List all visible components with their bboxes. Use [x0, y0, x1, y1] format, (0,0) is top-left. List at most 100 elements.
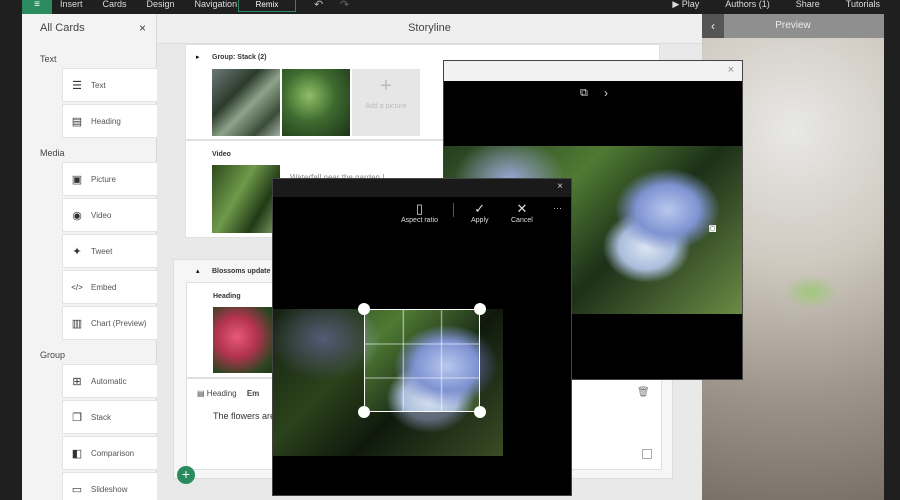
crop-dialog: × ▯ Aspect ratio ✓ Apply ✕ Cancel ···	[272, 178, 572, 496]
crop-handle-bottom-right[interactable]	[474, 406, 486, 418]
collapse-icon[interactable]: ▴	[196, 267, 200, 275]
back-icon[interactable]: ‹	[702, 14, 724, 38]
card-label: Chart (Preview)	[91, 318, 147, 328]
add-picture-label: Add a picture	[365, 103, 407, 110]
storyline-title: Storyline	[157, 14, 702, 44]
text-icon: ☰	[72, 79, 82, 92]
card-label: Video	[91, 210, 112, 220]
add-card-button[interactable]: +	[177, 466, 195, 484]
menu-navigation[interactable]: Navigation	[195, 0, 238, 9]
next-icon[interactable]: ›	[604, 86, 608, 100]
card-label: Picture	[91, 174, 116, 184]
crop-region[interactable]	[364, 309, 480, 412]
authors-button[interactable]: Authors (1)	[725, 0, 770, 9]
editor-heading-label: Heading	[206, 389, 237, 398]
card-video[interactable]: ◉ Video	[62, 198, 158, 232]
card-chart[interactable]: ▥ Chart (Preview)	[62, 306, 158, 340]
toolbar-divider	[453, 203, 454, 217]
card-label: Embed	[91, 282, 117, 292]
card-label: Automatic	[91, 376, 127, 386]
video-icon: ◉	[72, 209, 82, 222]
crop-handle-top-left[interactable]	[358, 303, 370, 315]
heading-icon: ▤	[197, 389, 205, 398]
close-icon[interactable]: ×	[139, 14, 146, 42]
heading-label: Heading	[213, 293, 241, 300]
crop-grid	[365, 310, 479, 411]
top-menu-bar: ≡ Insert Cards Design Navigation Remix ↶…	[0, 0, 900, 14]
crop-handle-top-right[interactable]	[474, 303, 486, 315]
add-picture-tile[interactable]: + Add a picture	[352, 69, 420, 136]
blossom-photo[interactable]	[213, 307, 281, 373]
embed-icon: </>	[71, 282, 83, 292]
cancel-button[interactable]: ✕ Cancel	[511, 201, 533, 233]
tweet-icon: ✦	[72, 245, 82, 258]
menu-design[interactable]: Design	[147, 0, 175, 9]
card-slideshow[interactable]: ▭ Slideshow	[62, 472, 158, 500]
seedling-photo[interactable]	[212, 69, 280, 136]
section-text: Text	[40, 54, 57, 64]
stack-icon: ❐	[72, 411, 82, 424]
emphasis-button[interactable]: Em	[247, 389, 259, 398]
picture-icon: ▣	[71, 173, 83, 186]
apply-button[interactable]: ✓ Apply	[471, 201, 489, 233]
app-menu-button[interactable]: ≡	[22, 0, 52, 14]
delete-icon[interactable]: 🗑	[637, 387, 650, 398]
close-icon[interactable]: ×	[557, 181, 563, 192]
card-label: Tweet	[91, 246, 113, 256]
video-thumbnail[interactable]	[212, 165, 280, 233]
card-picture[interactable]: ▣ Picture	[62, 162, 158, 196]
editor-heading-tab[interactable]: ▤ Heading Em	[197, 389, 259, 398]
aspect-ratio-icon: ▯	[415, 201, 424, 216]
tutorials-button[interactable]: Tutorials	[846, 0, 880, 9]
expand-icon[interactable]: ▸	[196, 53, 200, 61]
cancel-label: Cancel	[511, 217, 533, 224]
card-tweet[interactable]: ✦ Tweet	[62, 234, 158, 268]
capture-icon[interactable]: ◙	[709, 221, 716, 235]
preview-header: ‹ Preview	[702, 14, 884, 38]
card-comparison[interactable]: ◧ Comparison	[62, 436, 158, 470]
top-right-actions: ▶ Play Authors (1) Share Tutorials	[672, 0, 880, 9]
card-checkbox[interactable]	[642, 449, 652, 459]
aspect-ratio-button[interactable]: ▯ Aspect ratio	[401, 201, 438, 233]
sway-editor: ≡ Insert Cards Design Navigation Remix ↶…	[0, 0, 900, 500]
slideshow-icon: ▭	[71, 483, 83, 496]
card-stack[interactable]: ❐ Stack	[62, 400, 158, 434]
section-group: Group	[40, 350, 66, 360]
all-cards-header: All Cards ×	[22, 14, 156, 44]
heading-icon: ▤	[71, 115, 83, 128]
undo-icon[interactable]: ↶	[314, 0, 323, 11]
play-button[interactable]: ▶ Play	[672, 0, 699, 9]
card-label: Heading	[91, 116, 121, 126]
card-automatic[interactable]: ⊞ Automatic	[62, 364, 158, 398]
apply-label: Apply	[471, 217, 489, 224]
crop-handle-bottom-left[interactable]	[358, 406, 370, 418]
crop-dialog-titlebar: ×	[273, 179, 571, 197]
card-label: Comparison	[91, 448, 135, 458]
automatic-icon: ⊞	[72, 375, 82, 388]
card-label: Slideshow	[91, 484, 128, 494]
plus-icon: +	[380, 75, 392, 97]
garden-photo[interactable]	[282, 69, 350, 136]
card-label: Stack	[91, 412, 112, 422]
all-cards-panel: All Cards × Text ☰ Text ▤ Heading Media ▣ P…	[22, 14, 158, 500]
section-title: Blossoms update	[212, 268, 271, 275]
dialog-titlebar: ×	[444, 61, 742, 81]
menu-insert[interactable]: Insert	[60, 0, 83, 9]
check-icon: ✓	[474, 201, 486, 216]
card-label: Text	[91, 80, 106, 90]
card-heading[interactable]: ▤ Heading	[62, 104, 158, 138]
share-button[interactable]: Share	[796, 0, 820, 9]
chart-icon: ▥	[71, 317, 83, 330]
more-icon[interactable]: ···	[553, 203, 562, 213]
camera-icon[interactable]: ⧉	[580, 87, 588, 100]
menu-tabs: Insert Cards Design Navigation	[60, 0, 238, 9]
card-text[interactable]: ☰ Text	[62, 68, 158, 102]
remix-button[interactable]: Remix	[238, 0, 296, 12]
video-label: Video	[212, 151, 231, 158]
close-icon[interactable]: ×	[728, 64, 734, 76]
card-embed[interactable]: </> Embed	[62, 270, 158, 304]
menu-cards[interactable]: Cards	[103, 0, 127, 9]
redo-icon[interactable]: ↷	[340, 0, 349, 11]
preview-title: Preview	[775, 20, 811, 31]
section-media: Media	[40, 148, 65, 158]
